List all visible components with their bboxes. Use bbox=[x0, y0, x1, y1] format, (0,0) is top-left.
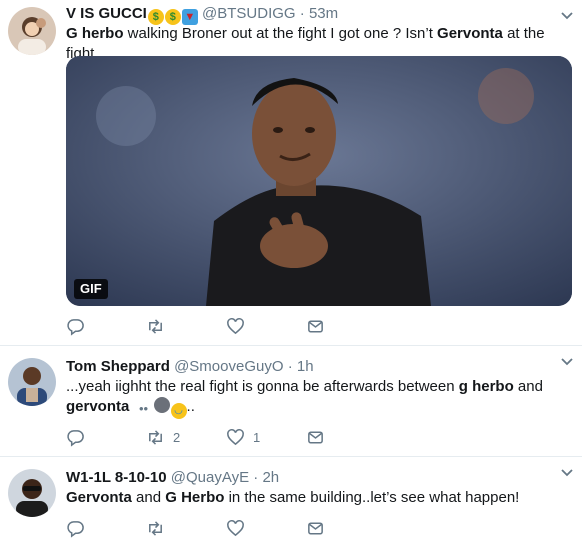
text-bold: G Herbo bbox=[165, 489, 225, 506]
gif-badge: GIF bbox=[74, 279, 108, 299]
like-button[interactable] bbox=[226, 317, 245, 336]
eyes-emoji-icon: •• bbox=[138, 401, 149, 416]
tweet-text: ...yeah iighht the real fight is gonna b… bbox=[66, 377, 572, 419]
reply-icon bbox=[67, 521, 84, 538]
timestamp[interactable]: 2h bbox=[262, 469, 279, 486]
retweet-button[interactable] bbox=[146, 317, 165, 336]
direct-message-button[interactable] bbox=[306, 519, 325, 538]
display-name[interactable]: W1-1L 8-10-10 bbox=[66, 469, 167, 486]
tweet-header: Tom Sheppard @SmooveGuyO · 1h bbox=[66, 358, 314, 376]
heart-icon bbox=[227, 520, 244, 537]
timestamp[interactable]: 1h bbox=[297, 358, 314, 375]
tweet-text: Gervonta and G Herbo in the same buildin… bbox=[66, 488, 572, 508]
retweet-icon bbox=[149, 521, 162, 536]
text: .. bbox=[186, 398, 195, 415]
retweet-icon bbox=[149, 430, 162, 445]
direct-message-icon bbox=[308, 320, 323, 333]
text: ...yeah iighht the real fight is gonna b… bbox=[66, 378, 459, 395]
direct-message-button[interactable] bbox=[306, 317, 325, 336]
retweet-button[interactable]: 2 bbox=[146, 428, 180, 447]
tweet[interactable]: Tom Sheppard @SmooveGuyO · 1h ...yeah ii… bbox=[0, 346, 582, 457]
tweet[interactable]: V IS GUCCI $ $ ▼ @BTSUDIGG · 53m G herbo wa… bbox=[0, 0, 582, 346]
tears-of-joy-emoji-icon: ◡ bbox=[170, 403, 187, 419]
separator-dot: · bbox=[287, 358, 293, 375]
text-bold: G herbo bbox=[66, 25, 124, 42]
tweet-actions: 2 1 bbox=[66, 428, 386, 450]
display-name[interactable]: Tom Sheppard bbox=[66, 358, 170, 375]
avatar[interactable] bbox=[8, 358, 56, 406]
user-handle[interactable]: @BTSUDIGG bbox=[202, 5, 296, 22]
text bbox=[129, 398, 133, 415]
separator-dot: · bbox=[299, 5, 305, 22]
chevron-down-icon[interactable] bbox=[560, 465, 574, 479]
tweet-header: W1-1L 8-10-10 @QuayAyE · 2h bbox=[66, 469, 279, 487]
text: and bbox=[513, 378, 543, 395]
chevron-down-icon[interactable] bbox=[560, 8, 574, 22]
text-bold: g herbo bbox=[458, 378, 514, 395]
retweet-icon bbox=[149, 319, 162, 334]
text: in the same building..let’s see what hap… bbox=[224, 489, 520, 506]
text-bold: Gervonta bbox=[437, 25, 503, 42]
retweet-count: 2 bbox=[173, 430, 181, 445]
retweet-button[interactable] bbox=[146, 519, 165, 538]
separator-dot: · bbox=[253, 469, 259, 486]
money-mouth-emoji-icon: $ bbox=[147, 9, 164, 25]
text: walking Broner out at the fight I got on… bbox=[123, 25, 438, 42]
reply-button[interactable] bbox=[66, 519, 85, 538]
timestamp[interactable]: 53m bbox=[309, 5, 338, 22]
user-handle[interactable]: @QuayAyE bbox=[171, 469, 249, 486]
new-moon-emoji-icon bbox=[153, 397, 170, 413]
tweet[interactable]: W1-1L 8-10-10 @QuayAyE · 2h Gervonta and… bbox=[0, 457, 582, 546]
direct-message-icon bbox=[308, 431, 323, 444]
like-count: 1 bbox=[253, 430, 261, 445]
text-bold: Gervonta bbox=[66, 489, 132, 506]
heart-icon bbox=[227, 318, 244, 335]
necktie-emoji-icon: ▼ bbox=[181, 9, 198, 25]
avatar[interactable] bbox=[8, 7, 56, 55]
chevron-down-icon[interactable] bbox=[560, 354, 574, 368]
display-name[interactable]: V IS GUCCI bbox=[66, 5, 147, 22]
tweet-actions bbox=[66, 519, 386, 541]
direct-message-icon bbox=[308, 522, 323, 535]
money-mouth-emoji-icon: $ bbox=[164, 9, 181, 25]
text: and bbox=[131, 489, 166, 506]
text-bold: gervonta bbox=[66, 398, 130, 415]
tweet-header: V IS GUCCI $ $ ▼ @BTSUDIGG · 53m bbox=[66, 5, 338, 25]
gif-media[interactable]: GIF bbox=[66, 56, 572, 306]
avatar[interactable] bbox=[8, 469, 56, 517]
heart-icon bbox=[227, 429, 244, 446]
direct-message-button[interactable] bbox=[306, 428, 325, 447]
user-handle[interactable]: @SmooveGuyO bbox=[174, 358, 283, 375]
reply-icon bbox=[67, 319, 84, 336]
like-button[interactable] bbox=[226, 519, 245, 538]
like-button[interactable]: 1 bbox=[226, 428, 260, 447]
reply-button[interactable] bbox=[66, 428, 85, 447]
reply-button[interactable] bbox=[66, 317, 85, 336]
reply-icon bbox=[67, 430, 84, 447]
tweet-actions bbox=[66, 317, 386, 339]
